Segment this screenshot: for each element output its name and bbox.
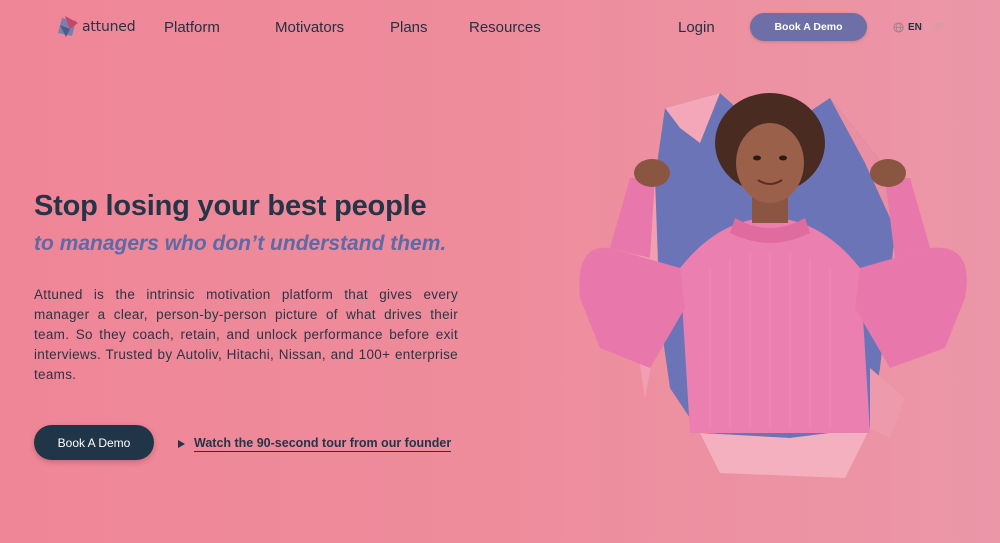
right-fist bbox=[870, 159, 906, 187]
book-demo-nav-button[interactable]: Book A Demo bbox=[750, 13, 867, 41]
hero-headline: Stop losing your best people bbox=[34, 190, 427, 222]
hero-description: Attuned is the intrinsic motivation plat… bbox=[34, 287, 458, 382]
left-fist bbox=[634, 159, 670, 187]
sweater-body bbox=[680, 218, 870, 433]
right-eye bbox=[779, 155, 787, 161]
book-demo-hero-button[interactable]: Book A Demo bbox=[34, 425, 154, 460]
watch-tour-label: Watch the 90-second tour from our founde… bbox=[194, 436, 452, 452]
watch-tour-link[interactable]: Watch the 90-second tour from our founde… bbox=[178, 436, 452, 452]
play-icon bbox=[178, 440, 185, 448]
nav-item-platform[interactable]: Platform bbox=[164, 19, 220, 36]
hero-subheadline: to managers who don’t understand them. bbox=[34, 232, 447, 255]
face bbox=[736, 123, 804, 203]
hero-image bbox=[579, 93, 967, 478]
left-forearm bbox=[610, 178, 655, 258]
language-switcher: EN / JP bbox=[893, 22, 944, 33]
top-navigation: attuned Platform Motivators Plans Resour… bbox=[0, 0, 1000, 56]
nav-item-motivators[interactable]: Motivators bbox=[275, 19, 344, 36]
globe-icon bbox=[893, 22, 904, 33]
nav-item-plans[interactable]: Plans bbox=[390, 19, 428, 36]
language-separator: / bbox=[925, 22, 929, 33]
language-en[interactable]: EN bbox=[908, 22, 922, 33]
left-eye bbox=[753, 155, 761, 161]
brand-name: attuned bbox=[82, 19, 136, 35]
language-jp[interactable]: JP bbox=[933, 22, 945, 33]
login-link[interactable]: Login bbox=[678, 19, 715, 36]
brand-logo[interactable]: attuned bbox=[56, 14, 136, 40]
attuned-logo-mark-icon bbox=[58, 16, 78, 37]
torn-flap-bottom-right bbox=[870, 368, 905, 438]
nav-item-resources[interactable]: Resources bbox=[469, 19, 541, 36]
